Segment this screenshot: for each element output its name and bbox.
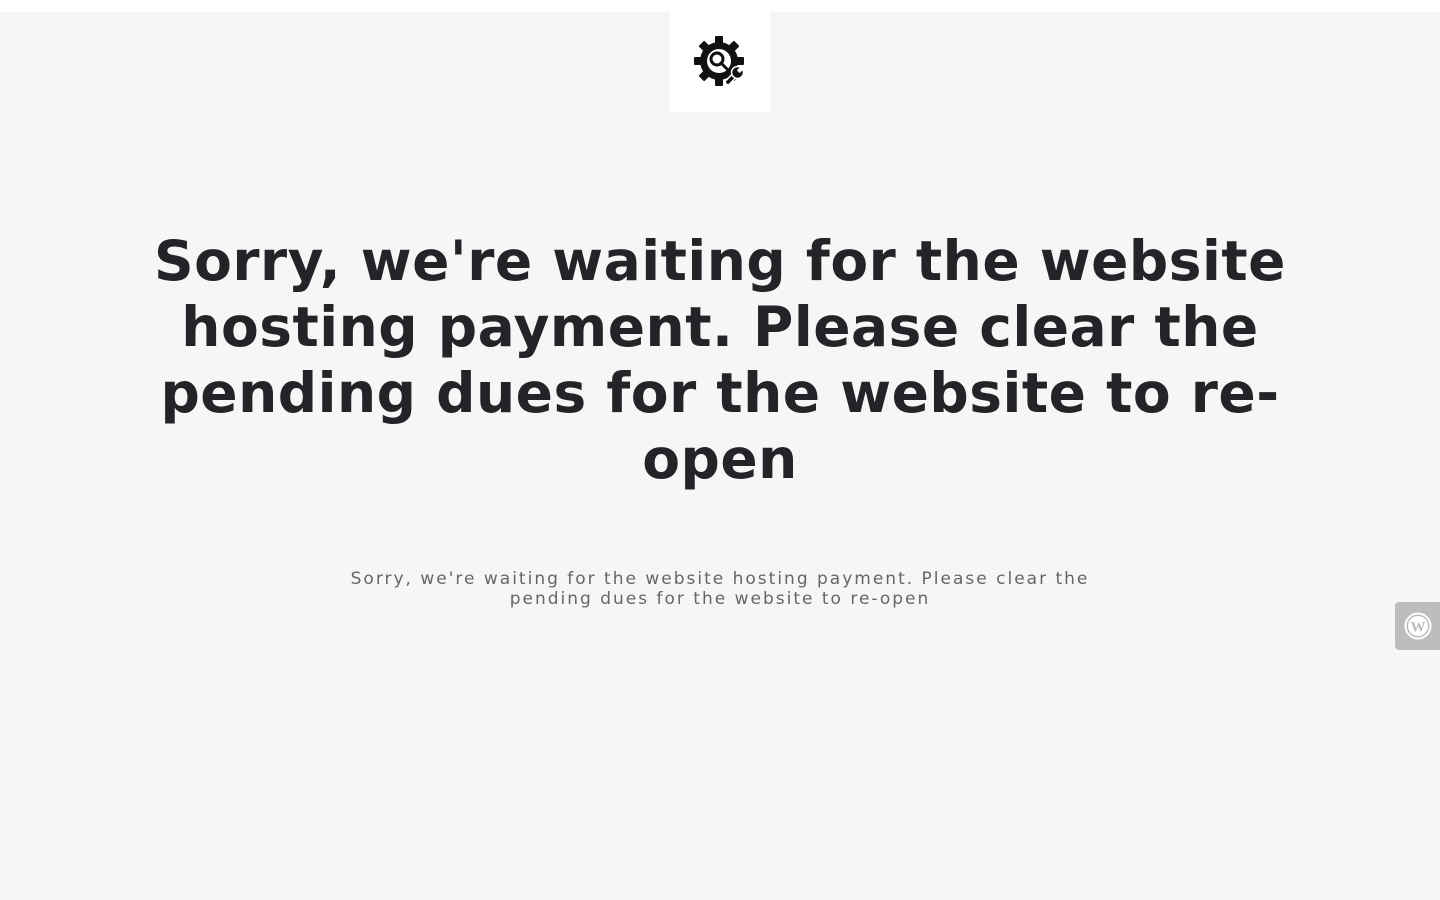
page-title: Sorry, we're waiting for the website hos… [154, 229, 1286, 491]
page-subtitle: Sorry, we're waiting for the website hos… [350, 569, 1090, 609]
gear-wrench-icon [694, 36, 745, 86]
wordpress-icon: W [1404, 612, 1431, 640]
top-bar [0, 0, 1440, 12]
site-logo [670, 12, 770, 112]
login-tab[interactable]: W [1395, 602, 1440, 650]
svg-text:W: W [1410, 620, 1425, 636]
